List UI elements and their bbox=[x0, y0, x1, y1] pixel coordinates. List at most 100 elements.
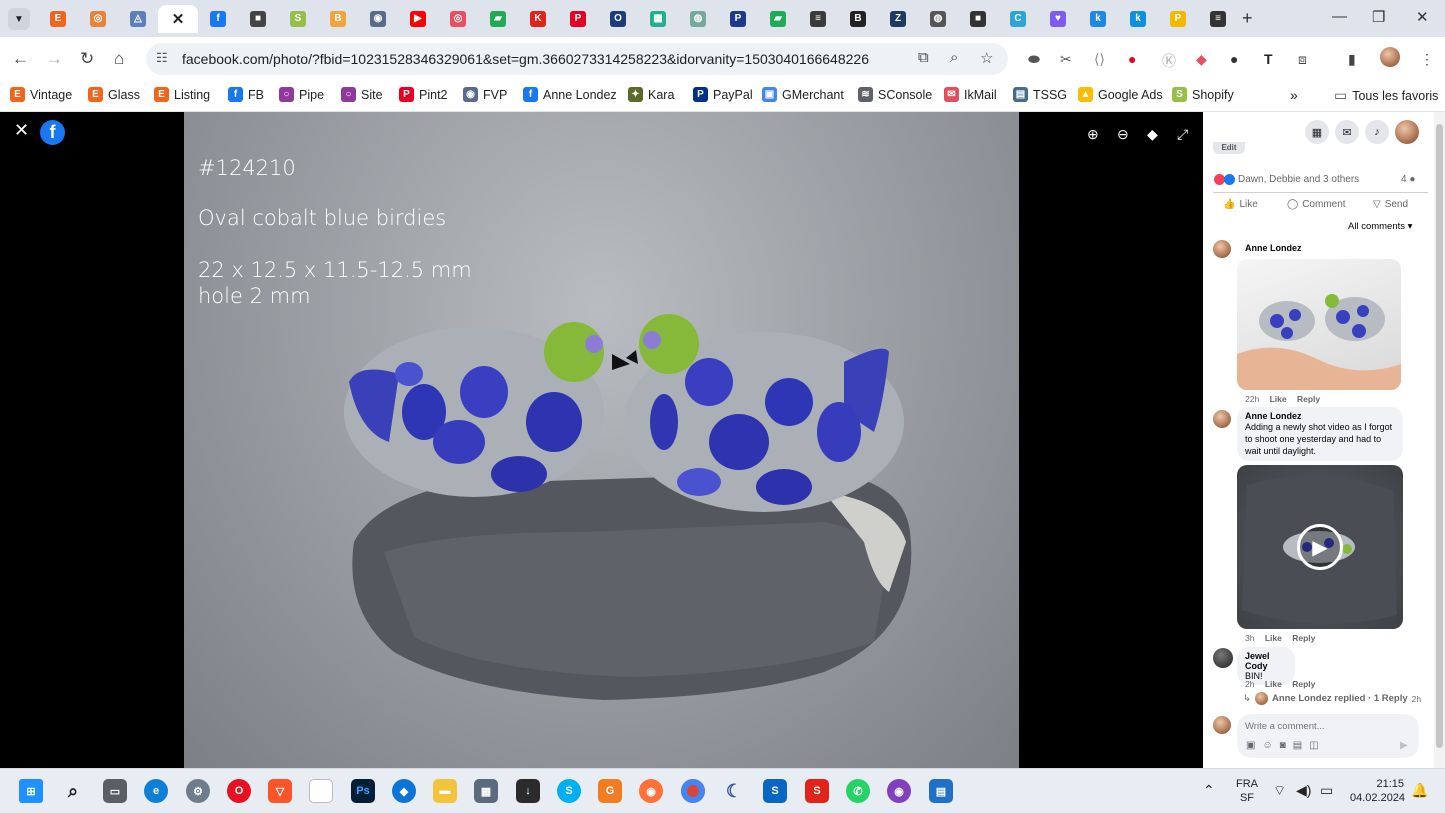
bookmark-pipe[interactable]: ○ Pipe bbox=[279, 87, 324, 102]
settings-gear-icon[interactable]: ⚙ bbox=[186, 779, 210, 803]
tab[interactable]: ▶ bbox=[398, 5, 438, 33]
tab[interactable]: E bbox=[38, 5, 78, 33]
notifications-icon[interactable]: ♪ bbox=[1365, 120, 1389, 144]
send-button[interactable]: ▽ Send bbox=[1373, 199, 1408, 210]
tab[interactable]: ≡ bbox=[798, 5, 838, 33]
tab[interactable]: Z bbox=[878, 5, 918, 33]
view-replies-link[interactable]: ↳ Anne Londez replied · 1 Reply 2h bbox=[1243, 692, 1421, 705]
comment-like-link[interactable]: Like bbox=[1265, 633, 1282, 643]
profile-avatar[interactable] bbox=[1380, 47, 1400, 67]
forward-icon[interactable]: → bbox=[46, 49, 63, 69]
wifi-icon[interactable]: ⌔ bbox=[1273, 782, 1286, 800]
volume-icon[interactable]: ◀) bbox=[1296, 782, 1311, 799]
tab-search-icon[interactable]: ▼ bbox=[8, 8, 30, 30]
tab[interactable]: ◉ bbox=[358, 5, 398, 33]
bookmark-fb[interactable]: f FB bbox=[228, 87, 264, 102]
comment-like-link[interactable]: Like bbox=[1265, 679, 1282, 689]
bookmark-pint2[interactable]: P Pint2 bbox=[399, 87, 448, 102]
skype-icon[interactable]: S bbox=[557, 779, 581, 803]
tab[interactable]: ♥ bbox=[1038, 5, 1078, 33]
minimize-icon[interactable]: — bbox=[1332, 8, 1347, 25]
task-view-icon[interactable]: ▭ bbox=[103, 779, 127, 803]
sticker-icon[interactable]: ▣ bbox=[1246, 740, 1255, 751]
tab[interactable]: ◎ bbox=[438, 5, 478, 33]
bookmark-star-icon[interactable]: ☆ bbox=[980, 49, 993, 67]
clock[interactable]: 21:15 04.02.2024 bbox=[1350, 777, 1405, 805]
back-icon[interactable]: ← bbox=[12, 49, 29, 69]
write-comment-input[interactable] bbox=[1245, 718, 1405, 734]
menu-grid-icon[interactable]: ▦ bbox=[1305, 120, 1329, 144]
fullscreen-icon[interactable]: ⤢ bbox=[1177, 126, 1188, 143]
close-viewer-icon[interactable]: ✕ bbox=[14, 120, 29, 141]
extension-icon[interactable]: ◆ bbox=[1196, 51, 1207, 68]
tab[interactable]: ≡ bbox=[1198, 5, 1238, 33]
tab-active[interactable]: ✕ bbox=[158, 5, 198, 33]
commenter-name[interactable]: Anne Londez bbox=[1245, 411, 1395, 421]
commenter-avatar[interactable] bbox=[1213, 240, 1231, 258]
commenter-avatar[interactable] bbox=[1213, 648, 1233, 668]
tab[interactable]: C bbox=[998, 5, 1038, 33]
search-icon[interactable]: ⌕ bbox=[61, 779, 85, 803]
bookmark-anne-londez[interactable]: f Anne Londez bbox=[523, 87, 617, 102]
extension-icon[interactable]: ⬬ bbox=[1028, 51, 1040, 68]
account-avatar[interactable] bbox=[1395, 120, 1419, 144]
app-icon[interactable]: G bbox=[598, 779, 622, 803]
site-info-icon[interactable]: ☷ bbox=[156, 50, 168, 66]
commenter-avatar[interactable] bbox=[1213, 410, 1231, 428]
new-tab-button[interactable]: + bbox=[1242, 8, 1253, 29]
tab[interactable]: O bbox=[598, 5, 638, 33]
language-indicator[interactable]: FRA SF bbox=[1236, 777, 1258, 805]
extension-icon[interactable]: ✂ bbox=[1060, 51, 1072, 68]
side-panel-icon[interactable]: ▮ bbox=[1348, 51, 1356, 68]
tab[interactable]: k bbox=[1118, 5, 1158, 33]
browser-menu-icon[interactable]: ⋮ bbox=[1420, 51, 1434, 68]
tab[interactable]: K bbox=[518, 5, 558, 33]
extension-icon[interactable]: Ⓚ bbox=[1162, 51, 1176, 71]
tab[interactable]: ◍ bbox=[918, 5, 958, 33]
firefox-icon[interactable]: ◉ bbox=[639, 779, 663, 803]
address-bar[interactable]: ☷ facebook.com/photo/?fbid=1023152834632… bbox=[146, 43, 1008, 75]
messenger-icon[interactable]: ✉ bbox=[1335, 120, 1359, 144]
comment-reply-link[interactable]: Reply bbox=[1292, 679, 1315, 689]
comment-like-link[interactable]: Like bbox=[1270, 394, 1287, 404]
whatsapp-icon[interactable]: ✆ bbox=[846, 779, 870, 803]
bookmark-glass[interactable]: E Glass bbox=[88, 87, 140, 102]
all-bookmarks-folder[interactable]: ▭ Tous les favoris bbox=[1334, 87, 1438, 104]
extensions-puzzle-icon[interactable]: ⧈ bbox=[1298, 51, 1307, 68]
start-windows-icon[interactable]: ⊞ bbox=[19, 779, 43, 803]
extension-icon[interactable]: ● bbox=[1230, 51, 1238, 67]
document-icon[interactable]: ▤ bbox=[929, 779, 953, 803]
tab[interactable]: ◎ bbox=[78, 5, 118, 33]
tab[interactable]: P bbox=[718, 5, 758, 33]
edit-button[interactable]: Edit bbox=[1213, 142, 1245, 154]
bookmark-fvp[interactable]: ◉ FVP bbox=[463, 87, 507, 102]
tab[interactable]: f bbox=[198, 5, 238, 33]
calculator-icon[interactable]: ▦ bbox=[474, 779, 498, 803]
zoom-out-icon[interactable]: ⊖ bbox=[1117, 126, 1129, 143]
text-extension-icon[interactable]: T bbox=[1264, 51, 1273, 67]
facebook-logo[interactable]: f bbox=[40, 120, 65, 145]
gif-icon[interactable]: ▤ bbox=[1293, 740, 1302, 751]
bookmark-google-ads[interactable]: ▲ Google Ads bbox=[1078, 87, 1163, 102]
pinterest-extension-icon[interactable]: ● bbox=[1128, 51, 1136, 67]
bookmarks-overflow-icon[interactable]: » bbox=[1290, 87, 1298, 103]
commenter-name[interactable]: Jewel Cody bbox=[1245, 651, 1287, 671]
comment-count[interactable]: 4 ● bbox=[1401, 174, 1415, 185]
zoom-in-icon[interactable]: ⊕ bbox=[1087, 126, 1099, 143]
reactions-row[interactable]: Dawn, Debbie and 3 others bbox=[1214, 174, 1359, 185]
tag-icon[interactable]: ◆ bbox=[1147, 126, 1158, 143]
tab[interactable]: ■ bbox=[238, 5, 278, 33]
chrome-icon[interactable] bbox=[681, 779, 705, 803]
tab[interactable]: ◍ bbox=[678, 5, 718, 33]
comment-reply-link[interactable]: Reply bbox=[1292, 633, 1315, 643]
tab[interactable]: S bbox=[278, 5, 318, 33]
home-icon[interactable]: ⌂ bbox=[114, 49, 124, 69]
tab[interactable]: ▰ bbox=[478, 5, 518, 33]
tab[interactable]: ■ bbox=[958, 5, 998, 33]
install-app-icon[interactable]: ⧉ bbox=[918, 49, 929, 66]
bookmark-vintage[interactable]: E Vintage bbox=[10, 87, 72, 102]
notification-bell-icon[interactable]: 🔔 bbox=[1411, 782, 1428, 799]
reload-icon[interactable]: ↻ bbox=[80, 49, 94, 69]
comment-photo[interactable] bbox=[1237, 259, 1401, 390]
bookmark-shopify[interactable]: S Shopify bbox=[1172, 87, 1234, 102]
